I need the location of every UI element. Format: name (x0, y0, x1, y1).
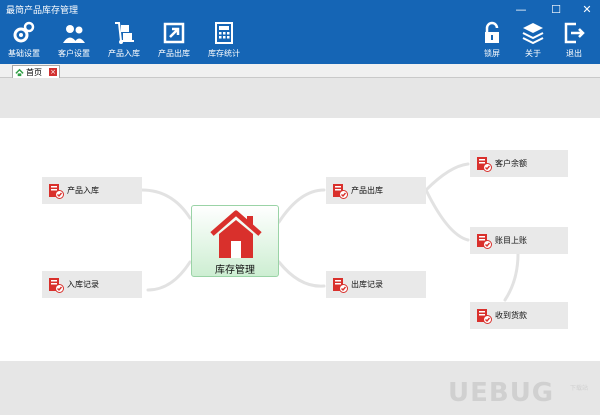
watermark-sub: 下载站 (570, 385, 589, 392)
ledger-check-icon (49, 183, 64, 199)
node-label: 产品入库 (67, 186, 99, 195)
node-label: 产品出库 (351, 186, 383, 195)
node-label: 入库记录 (67, 280, 99, 289)
flow-connectors (140, 162, 520, 302)
node-inventory-management[interactable]: 库存管理 (191, 205, 279, 277)
node-product-in[interactable]: 产品入库 (42, 177, 142, 204)
node-product-out[interactable]: 产品出库 (326, 177, 426, 204)
ledger-check-icon (49, 277, 64, 293)
ledger-check-icon (333, 183, 348, 199)
node-label: 出库记录 (351, 280, 383, 289)
center-label: 库存管理 (215, 265, 255, 276)
ledger-check-icon (477, 233, 492, 249)
node-label: 客户余额 (495, 159, 527, 168)
node-label: 收到货款 (495, 311, 527, 320)
house-icon (210, 210, 262, 258)
watermark: UEBUG (448, 378, 555, 408)
node-receive-payment[interactable]: 收到货款 (470, 302, 568, 329)
node-out-record[interactable]: 出库记录 (326, 271, 426, 298)
node-customer-balance[interactable]: 客户余额 (470, 150, 568, 177)
node-in-record[interactable]: 入库记录 (42, 271, 142, 298)
node-ledger[interactable]: 账目上账 (470, 227, 568, 254)
ledger-check-icon (477, 156, 492, 172)
ledger-check-icon (333, 277, 348, 293)
ledger-check-icon (477, 308, 492, 324)
node-label: 账目上账 (495, 236, 527, 245)
